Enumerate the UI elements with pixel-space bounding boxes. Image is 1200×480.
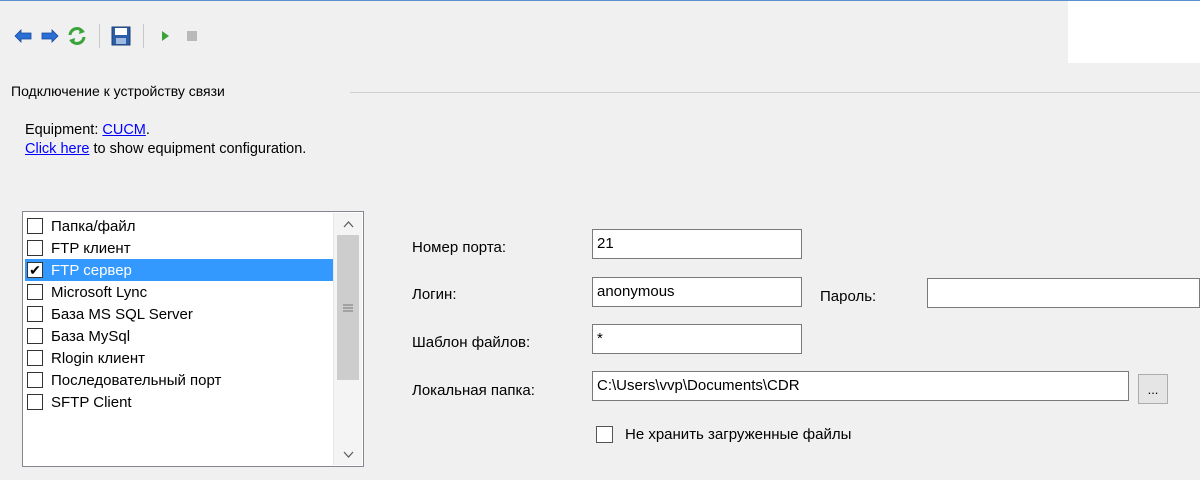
stop-icon: [187, 31, 197, 41]
list-checkbox[interactable]: [27, 306, 43, 322]
list-checkbox[interactable]: ✔: [27, 262, 43, 278]
toolbar-separator: [143, 24, 144, 48]
login-label: Логин:: [412, 286, 457, 303]
password-label: Пароль:: [820, 288, 877, 305]
list-checkbox[interactable]: [27, 394, 43, 410]
equipment-suffix: .: [145, 122, 150, 138]
back-button[interactable]: [10, 23, 36, 49]
list-item-label: Папка/файл: [51, 217, 136, 235]
list-checkbox[interactable]: [27, 372, 43, 388]
list-checkbox[interactable]: [27, 218, 43, 234]
equipment-config-line: Click here to show equipment configurati…: [25, 141, 306, 157]
equipment-prefix: Equipment:: [25, 122, 103, 138]
list-checkbox[interactable]: [27, 284, 43, 300]
refresh-icon: [68, 27, 86, 45]
list-item[interactable]: База MySql: [25, 325, 334, 347]
browse-button[interactable]: ...: [1138, 374, 1168, 404]
list-item-label: База MySql: [51, 327, 131, 345]
scroll-thumb[interactable]: [337, 235, 359, 380]
group-divider: [350, 92, 1200, 93]
scroll-down-button[interactable]: [334, 443, 362, 465]
toolbar: [10, 22, 206, 50]
list-scrollbar[interactable]: [333, 213, 362, 465]
save-icon: [111, 26, 131, 46]
list-item-label: FTP клиент: [51, 239, 131, 257]
list-item[interactable]: Последовательный порт: [25, 369, 334, 391]
chevron-up-icon: [343, 220, 353, 227]
list-item[interactable]: SFTP Client: [25, 391, 334, 413]
save-button[interactable]: [108, 23, 134, 49]
list-item[interactable]: Папка/файл: [25, 215, 334, 237]
toolbar-separator: [99, 24, 100, 48]
arrow-right-icon: [41, 29, 59, 43]
group-title: Подключение к устройству связи: [11, 83, 235, 99]
list-item-label: Rlogin клиент: [51, 349, 146, 367]
list-item-label: SFTP Client: [51, 393, 132, 411]
list-item[interactable]: Microsoft Lync: [25, 281, 334, 303]
list-item[interactable]: ✔ FTP сервер: [25, 259, 334, 281]
list-item[interactable]: Rlogin клиент: [25, 347, 334, 369]
login-input[interactable]: anonymous: [592, 277, 802, 307]
list-item[interactable]: FTP клиент: [25, 237, 334, 259]
arrow-left-icon: [14, 29, 32, 43]
file-pattern-input[interactable]: *: [592, 324, 802, 354]
port-input[interactable]: 21: [592, 229, 802, 259]
list-item-label: Последовательный порт: [51, 371, 222, 389]
run-button[interactable]: [152, 23, 178, 49]
show-config-link[interactable]: Click here: [25, 141, 89, 157]
checkmark-icon: ✔: [29, 262, 41, 278]
no-keep-files-option[interactable]: Не хранить загруженные файлы: [596, 426, 851, 443]
chevron-down-icon: [343, 451, 353, 458]
list-checkbox[interactable]: [27, 240, 43, 256]
scroll-up-button[interactable]: [334, 213, 362, 235]
connection-type-list[interactable]: Папка/файл FTP клиент ✔ FTP сервер Micro…: [22, 211, 364, 467]
list-item[interactable]: База MS SQL Server: [25, 303, 334, 325]
password-input[interactable]: [927, 278, 1200, 308]
stop-button[interactable]: [179, 23, 205, 49]
no-keep-files-checkbox[interactable]: [596, 426, 613, 443]
refresh-button[interactable]: [64, 23, 90, 49]
toolbar-blank-area: [1068, 10, 1200, 60]
equipment-link[interactable]: CUCM: [102, 122, 146, 138]
list-item-label: FTP сервер: [51, 261, 132, 279]
list-item-label: База MS SQL Server: [51, 305, 193, 323]
list-checkbox[interactable]: [27, 328, 43, 344]
file-pattern-label: Шаблон файлов:: [412, 334, 531, 351]
play-icon: [162, 31, 169, 41]
show-config-text: to show equipment configuration.: [89, 141, 307, 157]
forward-button[interactable]: [37, 23, 63, 49]
local-folder-label: Локальная папка:: [412, 382, 535, 399]
grip-icon: [343, 304, 353, 311]
no-keep-files-label: Не хранить загруженные файлы: [625, 426, 852, 443]
list-checkbox[interactable]: [27, 350, 43, 366]
equipment-line: Equipment: CUCM.: [25, 122, 150, 138]
port-label: Номер порта:: [412, 239, 507, 256]
list-item-label: Microsoft Lync: [51, 283, 148, 301]
local-folder-input[interactable]: C:\Users\vvp\Documents\CDR: [592, 371, 1129, 401]
